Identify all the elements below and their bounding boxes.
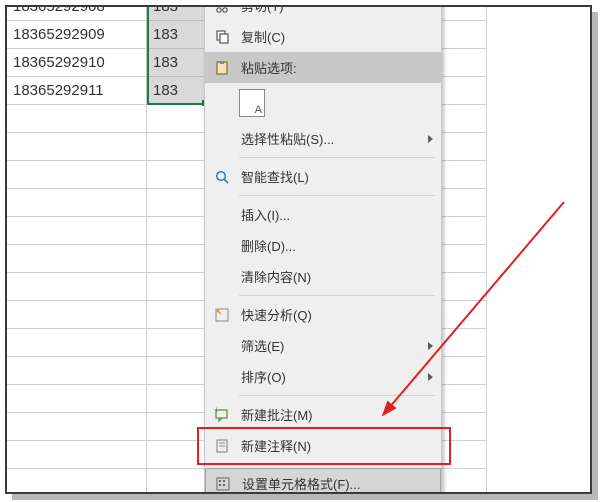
- chevron-right-icon: [428, 373, 433, 381]
- chevron-right-icon: [428, 135, 433, 143]
- menu-paste-options[interactable]: 粘贴选项:: [205, 52, 441, 83]
- cell-a1[interactable]: 18365292908: [7, 5, 147, 21]
- menu-cut[interactable]: 剪切(T): [205, 5, 441, 21]
- menu-label: 智能查找(L): [241, 167, 433, 186]
- cell-b3[interactable]: 183: [147, 49, 207, 77]
- menu-label: 新建批注(M): [241, 405, 433, 424]
- separator: [239, 295, 435, 296]
- menu-label: 删除(D)...: [241, 236, 433, 255]
- chevron-right-icon: [428, 342, 433, 350]
- quick-analysis-icon: [211, 304, 233, 326]
- menu-label: 选择性粘贴(S)...: [241, 129, 422, 148]
- menu-label: 设置单元格格式(F)...: [242, 474, 432, 493]
- cell-b2[interactable]: 183: [147, 21, 207, 49]
- menu-label: 筛选(E): [241, 336, 422, 355]
- menu-sort[interactable]: 排序(O): [205, 361, 441, 392]
- menu-format-cells[interactable]: 设置单元格格式(F)...: [205, 468, 441, 494]
- format-cells-icon: [212, 473, 234, 495]
- copy-icon: [211, 26, 233, 48]
- separator: [239, 195, 435, 196]
- comment-add-icon: +: [211, 404, 233, 426]
- menu-label: 复制(C): [241, 27, 433, 46]
- separator: [239, 395, 435, 396]
- menu-clear[interactable]: 清除内容(N): [205, 261, 441, 292]
- menu-label: 新建注释(N): [241, 436, 433, 455]
- menu-quick-analysis[interactable]: 快速分析(Q): [205, 299, 441, 330]
- note-add-icon: [211, 435, 233, 457]
- separator: [239, 464, 435, 465]
- context-menu: 剪切(T) 复制(C) 粘贴选项: 选择性粘贴(S)...: [204, 5, 442, 494]
- search-icon: [211, 166, 233, 188]
- menu-paste-special[interactable]: 选择性粘贴(S)...: [205, 123, 441, 154]
- menu-label: 快速分析(Q): [241, 305, 433, 324]
- menu-smart-lookup[interactable]: 智能查找(L): [205, 161, 441, 192]
- paste-option-clipboard-icon[interactable]: [239, 89, 265, 117]
- menu-new-note[interactable]: 新建注释(N): [205, 430, 441, 461]
- clipboard-icon: [211, 57, 233, 79]
- menu-insert[interactable]: 插入(I)...: [205, 199, 441, 230]
- svg-text:+: +: [214, 407, 219, 415]
- cell-a3[interactable]: 18365292910: [7, 49, 147, 77]
- menu-label: 插入(I)...: [241, 205, 433, 224]
- cell-b4[interactable]: 183: [147, 77, 207, 105]
- cell-a4[interactable]: 18365292911: [7, 77, 147, 105]
- menu-filter[interactable]: 筛选(E): [205, 330, 441, 361]
- menu-label: 清除内容(N): [241, 267, 433, 286]
- separator: [239, 157, 435, 158]
- menu-new-threaded-comment[interactable]: + 新建批注(M): [205, 399, 441, 430]
- scissors-icon: [211, 5, 233, 17]
- menu-copy[interactable]: 复制(C): [205, 21, 441, 52]
- menu-delete[interactable]: 删除(D)...: [205, 230, 441, 261]
- cell-a2[interactable]: 18365292909: [7, 21, 147, 49]
- menu-label: 排序(O): [241, 367, 422, 386]
- cell-b1[interactable]: 183: [147, 5, 207, 21]
- menu-label: 剪切(T): [241, 5, 433, 15]
- menu-label: 粘贴选项:: [241, 58, 433, 77]
